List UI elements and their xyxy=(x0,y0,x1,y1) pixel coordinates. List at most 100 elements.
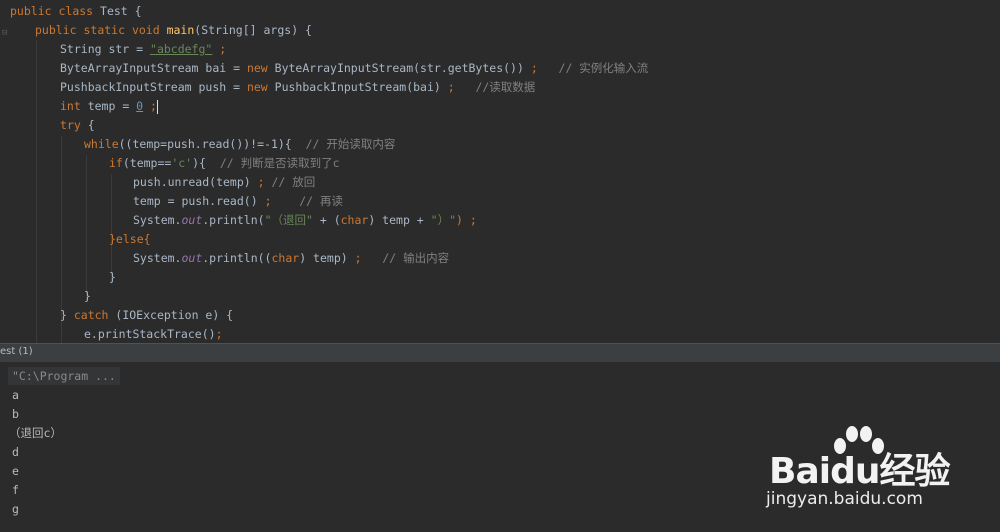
field-name: out xyxy=(181,213,203,227)
code-line-14[interactable]: System.out.println((char) temp) ; // 输出内… xyxy=(133,249,449,268)
punctuation: ; xyxy=(212,42,227,56)
code-line-12[interactable]: System.out.println("（退回" + (char) temp +… xyxy=(133,211,477,230)
code-line-3[interactable]: String str = "abcdefg" ; xyxy=(60,40,226,59)
comment: // 放回 xyxy=(264,175,316,189)
code-line-15[interactable]: } xyxy=(109,268,116,287)
kw: void xyxy=(131,23,167,37)
string-literal: "abcdefg" xyxy=(150,42,213,56)
kw: while xyxy=(84,137,119,151)
punctuation: ; xyxy=(257,175,265,189)
field-name: out xyxy=(181,251,203,265)
code-line-13[interactable]: }else{ xyxy=(109,230,151,249)
string-literal: "）" xyxy=(430,213,456,227)
code-text: ByteArrayInputStream bai = xyxy=(60,61,247,75)
console-line: d xyxy=(12,445,19,459)
punctuation: ; xyxy=(530,61,538,75)
method-name: main xyxy=(166,23,195,37)
punctuation: ; xyxy=(264,194,272,208)
code-line-4[interactable]: ByteArrayInputStream bai = new ByteArray… xyxy=(60,59,648,78)
console-line: a xyxy=(12,388,19,402)
kw: static xyxy=(83,23,132,37)
comment: // 开始读取内容 xyxy=(305,137,396,151)
indent-guide xyxy=(36,40,37,343)
code-text: System. xyxy=(133,213,182,227)
code-text: } xyxy=(84,289,91,303)
code-text: } xyxy=(60,308,74,322)
kw: if xyxy=(109,156,123,170)
comment: // 输出内容 xyxy=(361,251,450,265)
comment: // 判断是否读取到了c xyxy=(219,156,340,170)
console-line: （退回c） xyxy=(9,426,62,440)
comment: // 再读 xyxy=(271,194,343,208)
code-text: ){ xyxy=(192,156,220,170)
code-text: ) temp + xyxy=(368,213,431,227)
text-caret xyxy=(156,99,158,114)
code-line-9[interactable]: if(temp=='c'){ // 判断是否读取到了c xyxy=(109,154,340,173)
code-text: (IOException e) { xyxy=(115,308,234,322)
code-text: ) temp) xyxy=(299,251,355,265)
code-text: temp = xyxy=(87,99,137,113)
code-text: push.unread(temp) xyxy=(133,175,258,189)
string-literal: "（退回" xyxy=(264,213,313,227)
comment: // 实例化输入流 xyxy=(537,61,649,75)
code-line-17[interactable]: } catch (IOException e) { xyxy=(60,306,233,325)
code-line-10[interactable]: push.unread(temp) ; // 放回 xyxy=(133,173,315,192)
kw: try xyxy=(60,118,88,132)
indent-guide xyxy=(86,155,87,300)
char-literal: 'c' xyxy=(171,156,193,170)
code-line-11[interactable]: temp = push.read() ; // 再读 xyxy=(133,192,343,211)
console-line: e xyxy=(12,464,19,478)
punctuation: ; xyxy=(354,251,362,265)
code-line-5[interactable]: PushbackInputStream push = new PushbackI… xyxy=(60,78,535,97)
code-line-6[interactable]: int temp = 0 ; xyxy=(60,97,158,116)
code-text: System. xyxy=(133,251,182,265)
comment: //读取数据 xyxy=(454,80,536,94)
kw: new xyxy=(246,80,275,94)
baidu-watermark: Baidu经验 jingyan.baidu.com xyxy=(766,424,986,524)
watermark-url: jingyan.baidu.com xyxy=(766,489,923,509)
punctuation: ; xyxy=(143,99,157,113)
kw: public xyxy=(35,23,84,37)
run-panel-header[interactable]: est (1) xyxy=(0,343,1000,363)
code-line-16[interactable]: } xyxy=(84,287,91,306)
code-editor[interactable]: ⊟ public class Test { public static void… xyxy=(0,0,1000,343)
fold-icon[interactable]: ⊟ xyxy=(2,28,8,38)
code-text: PushbackInputStream(bai) xyxy=(274,80,448,94)
kw: new xyxy=(246,61,275,75)
kw: int xyxy=(60,99,88,113)
run-tab-title[interactable]: est (1) xyxy=(0,346,33,357)
code-text: ByteArrayInputStream(str.getBytes()) xyxy=(274,61,531,75)
console-line: g xyxy=(12,502,19,516)
code-line-1[interactable]: public class Test { xyxy=(10,2,142,21)
code-text: } xyxy=(109,270,116,284)
code-text: ((temp=push.read())!=-1){ xyxy=(118,137,306,151)
code-text: + ( xyxy=(312,213,341,227)
punctuation: ) ; xyxy=(456,213,477,227)
code-text: temp = push.read() xyxy=(133,194,265,208)
code-line-7[interactable]: try { xyxy=(60,116,95,135)
code-line-2[interactable]: public static void main(String[] args) { xyxy=(35,21,312,40)
kw: char xyxy=(271,251,300,265)
kw: catch xyxy=(73,308,116,322)
kw: class xyxy=(58,4,101,18)
code-text: { xyxy=(87,118,95,132)
kw: public xyxy=(10,4,59,18)
console-line: f xyxy=(12,483,19,497)
code-text: .println( xyxy=(202,213,265,227)
code-line-18[interactable]: e.printStackTrace(); xyxy=(84,325,223,343)
punctuation: ; xyxy=(447,80,455,94)
code-text: (String[] args) { xyxy=(194,23,312,37)
code-text: e.printStackTrace() xyxy=(84,327,216,341)
code-text: (temp== xyxy=(122,156,172,170)
kw: }else{ xyxy=(109,232,151,246)
punctuation: ; xyxy=(215,327,223,341)
code-text: String str = xyxy=(60,42,151,56)
kw: char xyxy=(340,213,369,227)
watermark-brand: Baidu经验 xyxy=(769,451,950,492)
code-line-8[interactable]: while((temp=push.read())!=-1){ // 开始读取内容 xyxy=(84,135,395,154)
run-command[interactable]: "C:\Program ... xyxy=(8,367,120,385)
console-line: b xyxy=(12,407,19,421)
code-text: .println(( xyxy=(202,251,272,265)
code-text: PushbackInputStream push = xyxy=(60,80,247,94)
code-text: Test { xyxy=(100,4,142,18)
